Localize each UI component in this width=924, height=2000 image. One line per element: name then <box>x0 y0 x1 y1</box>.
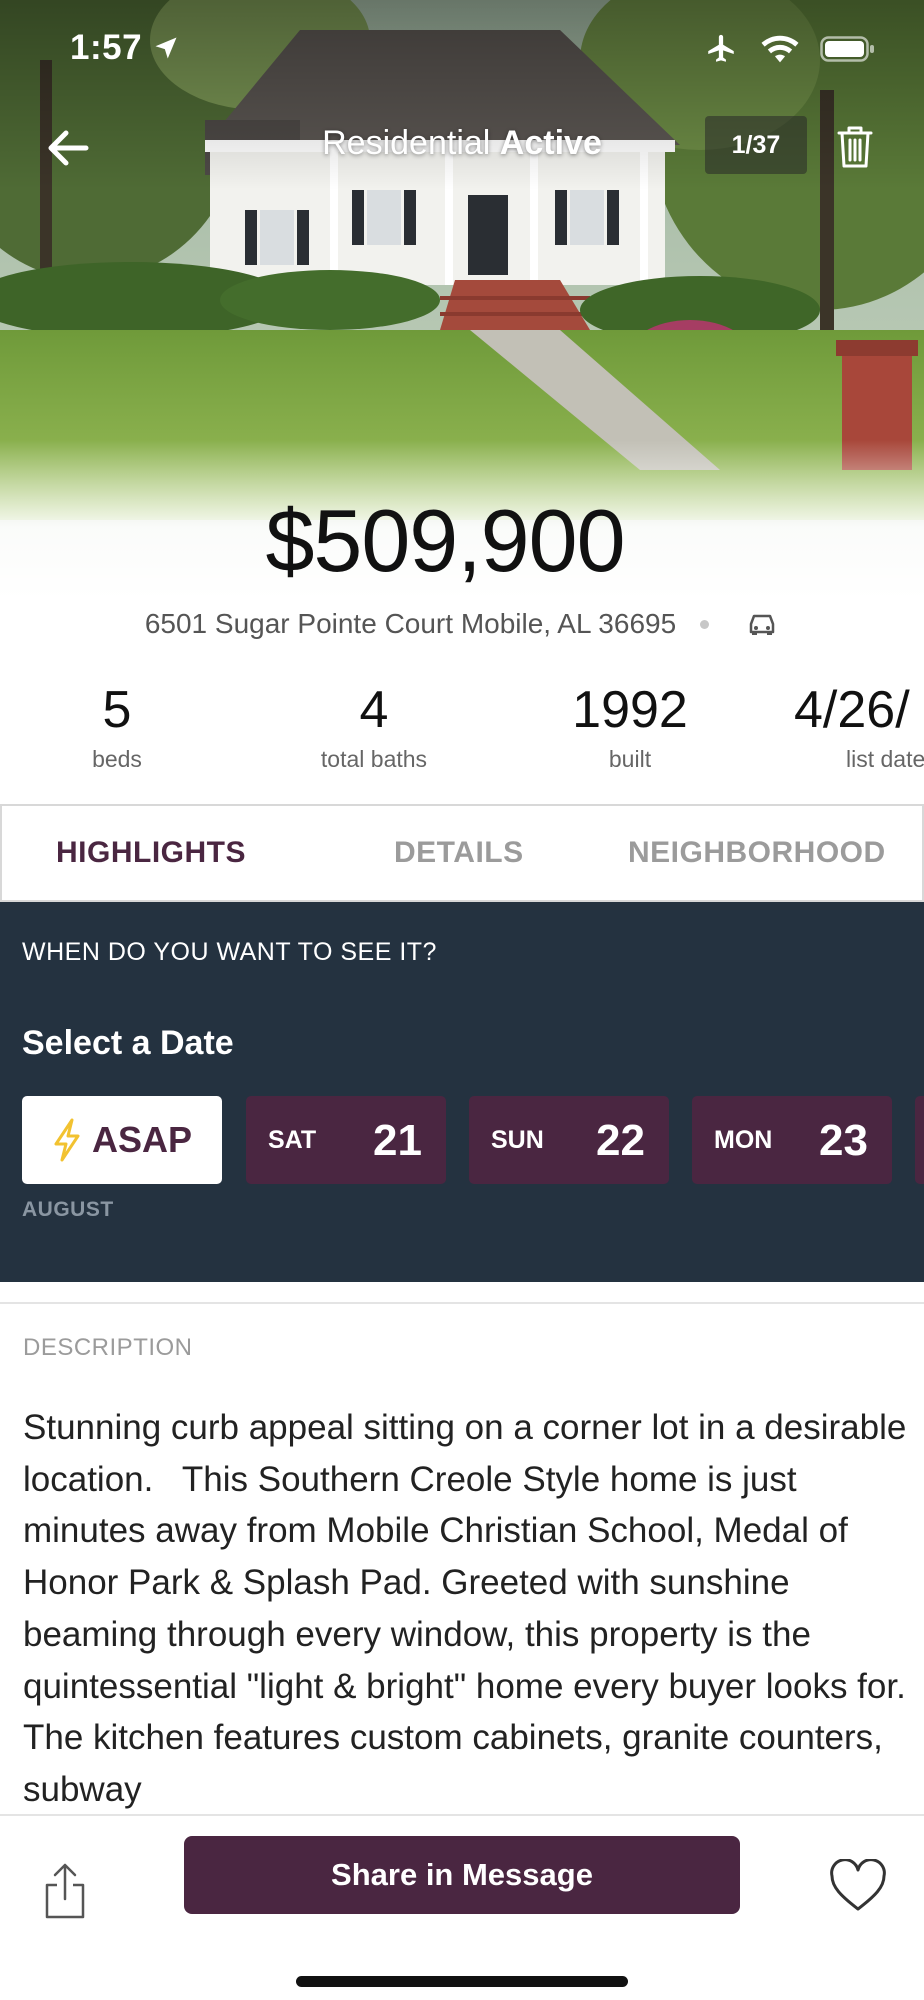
status-bar: 1:57 <box>0 0 924 100</box>
day-of-week: MON <box>714 1126 773 1154</box>
wifi-icon <box>760 34 800 69</box>
stat-value: 1992 <box>572 681 688 739</box>
stat-beds: 5 beds <box>57 680 177 773</box>
description-text: Stunning curb appeal sitting on a corner… <box>23 1408 907 1809</box>
stat-label: built <box>608 746 652 772</box>
address-row: 6501 Sugar Pointe Court Mobile, AL 36695 <box>0 608 924 640</box>
stat-label: total baths <box>320 746 428 772</box>
month-label: AUGUST <box>22 1198 114 1221</box>
day-of-week: SAT <box>268 1126 317 1154</box>
listing-type: Residential <box>322 124 491 162</box>
listing-address[interactable]: 6501 Sugar Pointe Court Mobile, AL 36695 <box>145 608 676 640</box>
status-time: 1:57 <box>70 28 143 67</box>
schedule-showing-panel: WHEN DO YOU WANT TO SEE IT? Select a Dat… <box>0 902 924 1282</box>
day-number: 22 <box>596 1116 645 1165</box>
stat-value: 5 <box>102 681 132 739</box>
date-chip-sun[interactable]: SUN 22 <box>469 1096 669 1184</box>
favorite-button[interactable] <box>826 1856 890 1916</box>
stat-built: 1992 built <box>560 680 700 773</box>
lightning-bolt-icon <box>54 1118 80 1162</box>
heart-icon <box>830 1859 886 1911</box>
share-icon <box>45 1863 85 1919</box>
stat-label: beds <box>92 746 142 772</box>
description-heading: DESCRIPTION <box>23 1334 193 1361</box>
date-picker-row: ASAP SAT 21 SUN 22 MON 23 <box>22 1096 924 1186</box>
date-chip-mon[interactable]: MON 23 <box>692 1096 892 1184</box>
tab-details[interactable]: DETAILS <box>394 836 524 870</box>
stat-value: 4 <box>359 681 389 739</box>
listing-status: Active <box>499 124 602 162</box>
day-of-week: SUN <box>491 1126 544 1154</box>
location-arrow-icon <box>152 34 180 67</box>
asap-button[interactable]: ASAP <box>22 1096 222 1184</box>
divider <box>0 1302 924 1304</box>
home-indicator <box>296 1976 628 1987</box>
day-number: 21 <box>373 1116 422 1165</box>
day-number: 23 <box>819 1116 868 1165</box>
stat-baths: 4 total baths <box>294 680 454 773</box>
stat-label: list date <box>846 746 924 772</box>
listing-stats: 5 beds 4 total baths 1992 built 4/26/ li… <box>0 680 924 790</box>
select-date-heading: Select a Date <box>22 1024 234 1062</box>
share-button[interactable] <box>40 1858 90 1924</box>
photo-counter: 1/37 <box>705 116 807 174</box>
date-chip-sat[interactable]: SAT 21 <box>246 1096 446 1184</box>
section-tabs: HIGHLIGHTS DETAILS NEIGHBORHOOD <box>0 804 924 902</box>
separator-dot <box>700 619 710 629</box>
schedule-question: WHEN DO YOU WANT TO SEE IT? <box>22 938 437 966</box>
trash-button[interactable] <box>830 120 880 174</box>
tab-highlights[interactable]: HIGHLIGHTS <box>56 836 246 870</box>
trash-icon <box>837 126 873 168</box>
date-chip-next[interactable] <box>915 1096 924 1184</box>
tab-neighborhood[interactable]: NEIGHBORHOOD <box>628 836 886 870</box>
asap-label: ASAP <box>91 1119 193 1160</box>
bottom-action-bar: Share in Message <box>0 1814 924 2000</box>
battery-icon <box>820 35 876 68</box>
airplane-icon <box>702 32 740 71</box>
stat-value: 4/26/ <box>794 681 910 739</box>
car-icon[interactable] <box>745 609 779 639</box>
share-in-message-button[interactable]: Share in Message <box>184 1836 740 1914</box>
stat-list-date: 4/26/ list date <box>794 680 924 773</box>
listing-price: $509,900 <box>265 491 625 590</box>
listing-nav-bar: Residential Active 1/37 <box>0 110 924 180</box>
